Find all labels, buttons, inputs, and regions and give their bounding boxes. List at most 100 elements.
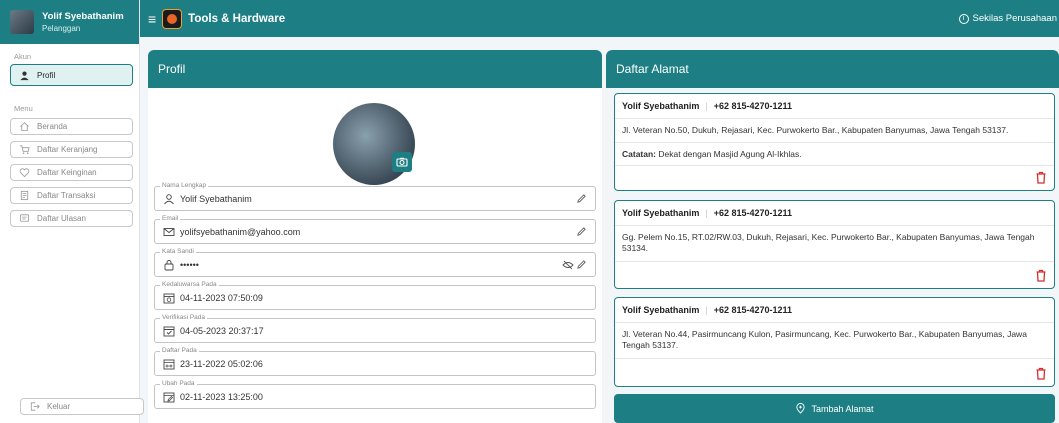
field-value: 04-05-2023 20:37:17 <box>180 326 264 336</box>
field-label: Email <box>160 215 181 222</box>
sidebar-item-beranda[interactable]: Beranda <box>10 118 133 135</box>
address-card[interactable]: Yolif Syebathanim | +62 815-4270-1211 Jl… <box>614 93 1055 191</box>
company-overview-link[interactable]: i Sekilas Perusahaan <box>958 13 1058 24</box>
address-phone: +62 815-4270-1211 <box>713 208 793 218</box>
divider: | <box>705 208 708 218</box>
field-value: yolifsyebathanim@yahoo.com <box>180 227 301 237</box>
menu-icon[interactable]: ≡ <box>148 11 156 27</box>
sidebar-item-ulasan[interactable]: Daftar Ulasan <box>10 210 133 227</box>
heart-icon <box>19 168 30 178</box>
section-label-menu: Menu <box>14 104 33 113</box>
sidebar-item-label: Daftar Keranjang <box>37 145 98 154</box>
company-overview-label: Sekilas Perusahaan <box>972 13 1058 24</box>
sidebar-item-label: Daftar Keinginan <box>37 168 97 177</box>
sidebar: Yolif Syebathanim Pelanggan Akun Profil … <box>0 0 144 423</box>
address-header: Yolif Syebathanim | +62 815-4270-1211 <box>615 298 1054 323</box>
verified-at-field: Verifikasi Pada 04-05-2023 20:37:17 <box>154 314 596 343</box>
address-title: Daftar Alamat <box>606 50 1059 88</box>
lock-icon <box>164 260 174 271</box>
home-icon <box>20 122 29 132</box>
change-photo-button[interactable] <box>392 152 412 172</box>
receipt-icon <box>20 190 29 201</box>
address-header: Yolif Syebathanim | +62 815-4270-1211 <box>615 201 1054 226</box>
info-icon: i <box>958 13 969 24</box>
add-location-icon <box>796 403 806 414</box>
profile-photo <box>333 103 415 185</box>
sidebar-item-label: Daftar Ulasan <box>37 214 86 223</box>
profile-panel: Profil Nama Lengkap Yolif Syebathanim Em… <box>148 50 602 423</box>
sidebar-item-profile[interactable]: Profil <box>10 64 133 86</box>
field-label: Verifikasi Pada <box>160 314 207 321</box>
calendar-icon <box>163 359 175 370</box>
address-panel: Daftar Alamat Yolif Syebathanim | +62 81… <box>606 50 1059 423</box>
registered-at-field: Daftar Pada 23-11-2022 05:02:06 <box>154 347 596 376</box>
updated-at-field: Ubah Pada 02-11-2023 13:25:00 <box>154 380 596 409</box>
address-recipient: Yolif Syebathanim <box>622 208 700 218</box>
password-field[interactable]: Kata Sandi •••••• <box>154 248 596 277</box>
address-phone: +62 815-4270-1211 <box>713 305 793 315</box>
address-text: Gg. Pelem No.15, RT.02/RW.03, Dukuh, Rej… <box>615 226 1054 262</box>
cart-icon <box>19 145 30 154</box>
edit-icon[interactable] <box>576 259 587 270</box>
add-address-button[interactable]: Tambah Alamat <box>614 394 1055 423</box>
add-address-label: Tambah Alamat <box>811 403 874 414</box>
address-phone: +62 815-4270-1211 <box>713 101 793 111</box>
address-card[interactable]: Yolif Syebathanim | +62 815-4270-1211 Gg… <box>614 200 1055 289</box>
user-icon <box>164 194 174 205</box>
note-text: Dekat dengan Masjid Agung Al-Ikhlas. <box>658 149 802 160</box>
brand-name: Tools & Hardware <box>188 12 286 25</box>
user-name: Yolif Syebathanim <box>42 11 124 22</box>
field-value: 04-11-2023 07:50:09 <box>180 293 263 303</box>
sidebar-item-transaksi[interactable]: Daftar Transaksi <box>10 187 133 204</box>
brand-logo <box>162 8 183 29</box>
calendar-check-icon <box>163 326 175 337</box>
review-icon <box>19 214 30 222</box>
divider: | <box>705 101 708 111</box>
divider: | <box>705 305 708 315</box>
calendar-edit-icon <box>163 392 175 403</box>
camera-icon <box>396 157 408 167</box>
sidebar-item-label: Daftar Transaksi <box>37 191 96 200</box>
email-field[interactable]: Email yolifsyebathanim@yahoo.com <box>154 215 596 244</box>
address-text: Jl. Veteran No.44, Pasirmuncang Kulon, P… <box>615 323 1054 359</box>
user-role: Pelanggan <box>42 24 81 33</box>
field-value: 02-11-2023 13:25:00 <box>180 392 263 402</box>
sidebar-item-label: Beranda <box>37 122 68 131</box>
field-label: Kata Sandi <box>160 248 196 255</box>
eye-off-icon[interactable] <box>562 259 574 271</box>
logout-icon <box>30 402 40 411</box>
edit-icon[interactable] <box>576 226 587 237</box>
logout-label: Keluar <box>47 402 71 411</box>
delete-icon[interactable] <box>1035 367 1047 380</box>
top-bar: ≡ Tools & Hardware i Sekilas Perusahaan <box>140 0 1059 37</box>
address-text: Jl. Veteran No.50, Dukuh, Rejasari, Kec.… <box>615 119 1054 144</box>
expires-at-field: Kedaluwarsa Pada 04-11-2023 07:50:09 <box>154 281 596 310</box>
note-label: Catatan: <box>622 149 657 160</box>
field-label: Kedaluwarsa Pada <box>160 281 219 288</box>
sidebar-item-label: Profil <box>37 70 56 80</box>
profile-title: Profil <box>148 50 602 88</box>
user-card[interactable]: Yolif Syebathanim Pelanggan <box>0 0 139 44</box>
field-value: 23-11-2022 05:02:06 <box>180 359 263 369</box>
calendar-clock-icon <box>163 293 175 304</box>
address-recipient: Yolif Syebathanim <box>622 101 700 111</box>
field-label: Ubah Pada <box>160 380 197 387</box>
user-icon <box>20 71 29 80</box>
mail-icon <box>163 228 175 236</box>
field-label: Nama Lengkap <box>160 182 209 189</box>
field-value: Yolif Syebathanim <box>180 194 252 204</box>
field-label: Daftar Pada <box>160 347 199 354</box>
address-note: Catatan: Dekat dengan Masjid Agung Al-Ik… <box>615 143 1054 167</box>
avatar <box>10 10 34 34</box>
delete-icon[interactable] <box>1035 171 1047 184</box>
sidebar-item-keranjang[interactable]: Daftar Keranjang <box>10 141 133 158</box>
edit-icon[interactable] <box>576 193 587 204</box>
address-header: Yolif Syebathanim | +62 815-4270-1211 <box>615 94 1054 119</box>
address-card[interactable]: Yolif Syebathanim | +62 815-4270-1211 Jl… <box>614 297 1055 387</box>
sidebar-item-keinginan[interactable]: Daftar Keinginan <box>10 164 133 181</box>
field-value: •••••• <box>180 260 199 270</box>
logout-button[interactable]: Keluar <box>20 398 144 415</box>
section-label-account: Akun <box>14 52 32 61</box>
full-name-field[interactable]: Nama Lengkap Yolif Syebathanim <box>154 182 596 211</box>
delete-icon[interactable] <box>1035 269 1047 282</box>
